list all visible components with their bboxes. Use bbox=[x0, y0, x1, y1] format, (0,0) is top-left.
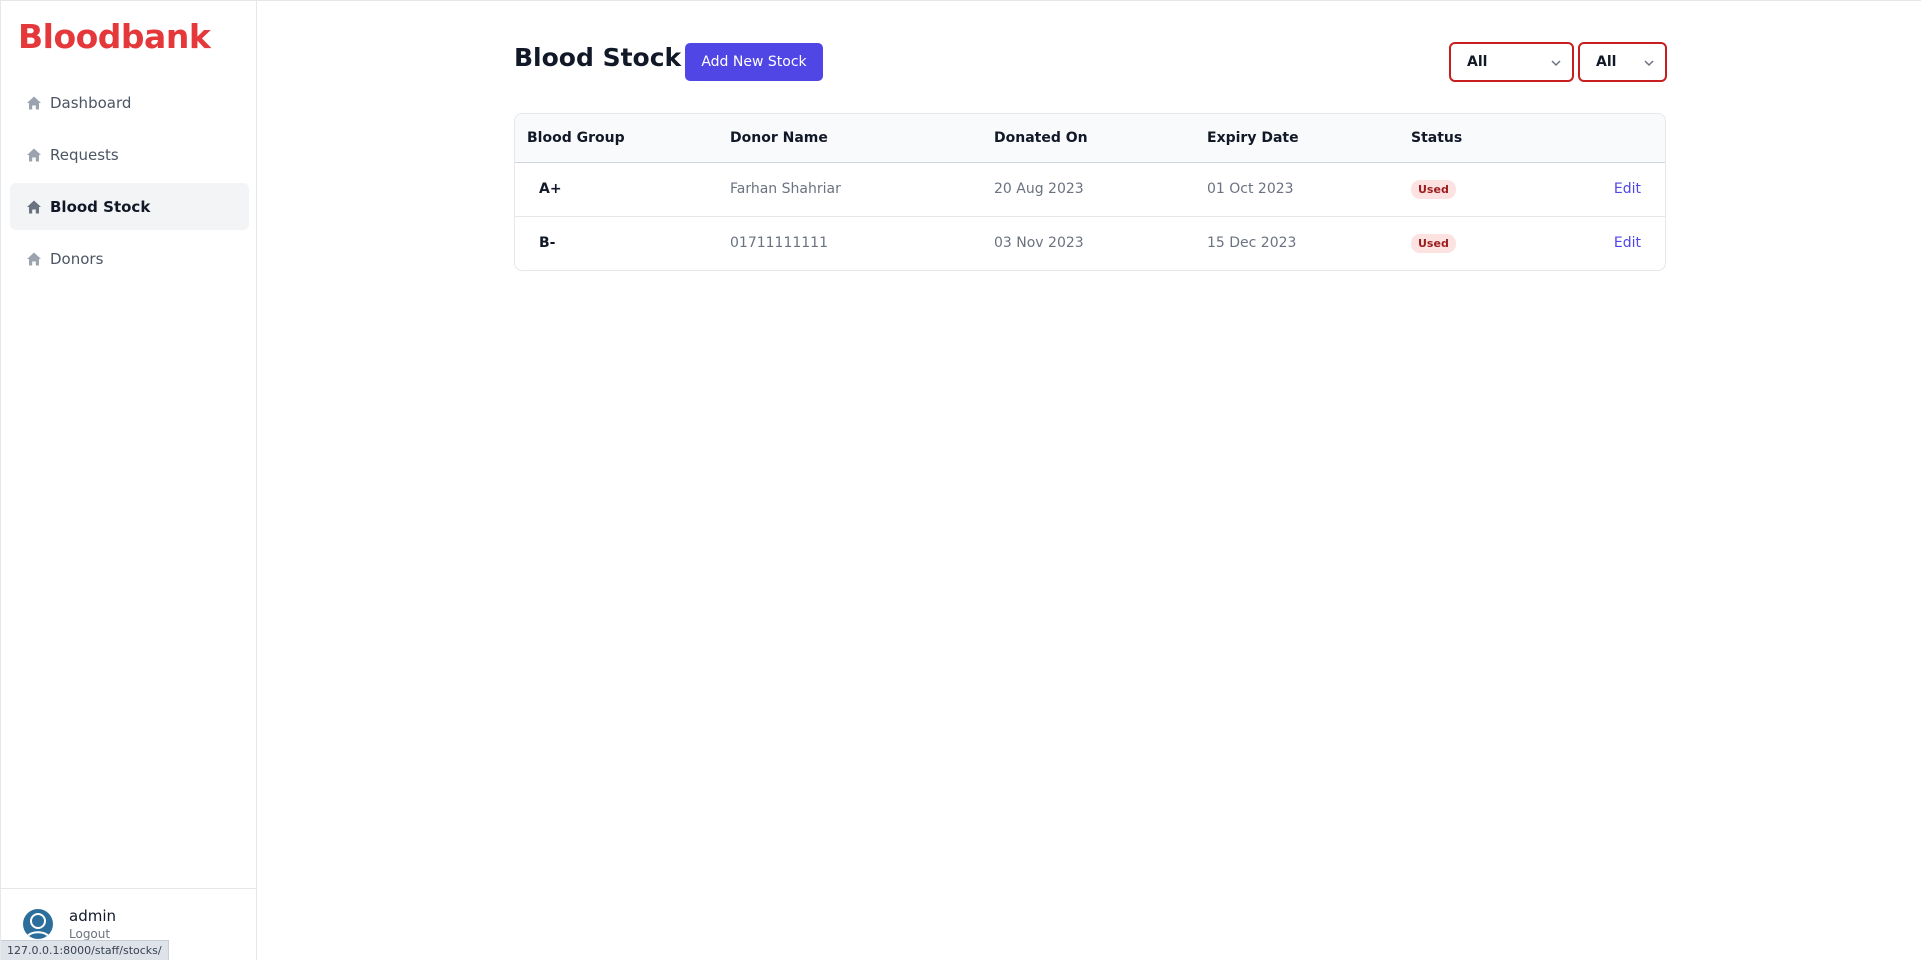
logout-link[interactable]: Logout bbox=[69, 927, 110, 941]
table-row: A+ Farhan Shahriar 20 Aug 2023 01 Oct 20… bbox=[515, 162, 1665, 217]
sidebar: Bloodbank Dashboard Requests Blood Stock bbox=[1, 1, 257, 960]
sidebar-item-requests[interactable]: Requests bbox=[10, 131, 249, 178]
browser-status-url: 127.0.0.1:8000/staff/stocks/ bbox=[1, 940, 169, 960]
cell-expiry-date: 01 Oct 2023 bbox=[1207, 162, 1411, 217]
filter-select-2[interactable]: All bbox=[1578, 42, 1667, 82]
cell-status: Used bbox=[1411, 216, 1538, 270]
sidebar-item-label: Donors bbox=[50, 249, 104, 268]
status-badge: Used bbox=[1411, 233, 1456, 253]
chevron-down-icon bbox=[1643, 57, 1655, 69]
filter-select-value: All bbox=[1596, 54, 1617, 70]
table-header-row: Blood Group Donor Name Donated On Expiry… bbox=[515, 114, 1665, 163]
page-title: Blood Stock bbox=[514, 43, 682, 72]
column-header-donor-name: Donor Name bbox=[730, 114, 994, 163]
add-new-stock-button[interactable]: Add New Stock bbox=[685, 43, 823, 81]
sidebar-item-blood-stock[interactable]: Blood Stock bbox=[10, 183, 249, 230]
edit-link[interactable]: Edit bbox=[1614, 235, 1641, 251]
column-header-actions bbox=[1538, 114, 1665, 163]
user-name: admin bbox=[69, 907, 116, 925]
sidebar-item-dashboard[interactable]: Dashboard bbox=[10, 79, 249, 126]
cell-status: Used bbox=[1411, 162, 1539, 217]
column-header-blood-group: Blood Group bbox=[515, 114, 730, 163]
column-header-expiry-date: Expiry Date bbox=[1207, 114, 1411, 163]
status-badge: Used bbox=[1411, 179, 1456, 199]
chevron-down-icon bbox=[1550, 57, 1562, 69]
avatar[interactable] bbox=[23, 909, 53, 939]
table-row: B- 01711111111 03 Nov 2023 15 Dec 2023 U… bbox=[515, 216, 1665, 270]
blood-stock-table: Blood Group Donor Name Donated On Expiry… bbox=[514, 113, 1666, 271]
home-icon bbox=[26, 95, 42, 111]
sidebar-nav: Dashboard Requests Blood Stock Donors bbox=[10, 79, 249, 287]
edit-link[interactable]: Edit bbox=[1614, 181, 1641, 197]
cell-donated-on: 03 Nov 2023 bbox=[994, 235, 1084, 252]
filter-select-1[interactable]: All bbox=[1449, 42, 1574, 82]
home-icon bbox=[26, 199, 42, 215]
cell-donor-name: 01711111111 bbox=[730, 235, 828, 252]
app-window: Bloodbank Dashboard Requests Blood Stock bbox=[0, 0, 1921, 960]
sidebar-item-donors[interactable]: Donors bbox=[10, 235, 249, 282]
sidebar-item-label: Dashboard bbox=[50, 93, 132, 112]
cell-actions: Edit bbox=[1538, 162, 1665, 217]
brand-logo[interactable]: Bloodbank bbox=[18, 17, 211, 56]
home-icon bbox=[26, 147, 42, 163]
cell-blood-group: B- bbox=[539, 235, 556, 252]
cell-expiry-date: 15 Dec 2023 bbox=[1207, 235, 1297, 252]
column-header-donated-on: Donated On bbox=[994, 114, 1207, 163]
cell-blood-group: A+ bbox=[515, 162, 730, 217]
cell-actions: Edit bbox=[1538, 216, 1665, 270]
home-icon bbox=[26, 251, 42, 267]
column-header-status: Status bbox=[1411, 114, 1539, 163]
filter-select-value: All bbox=[1467, 54, 1488, 70]
cell-donated-on: 20 Aug 2023 bbox=[994, 162, 1207, 217]
sidebar-item-label: Blood Stock bbox=[50, 197, 151, 216]
sidebar-item-label: Requests bbox=[50, 145, 119, 164]
cell-donor-name: Farhan Shahriar bbox=[730, 162, 994, 217]
